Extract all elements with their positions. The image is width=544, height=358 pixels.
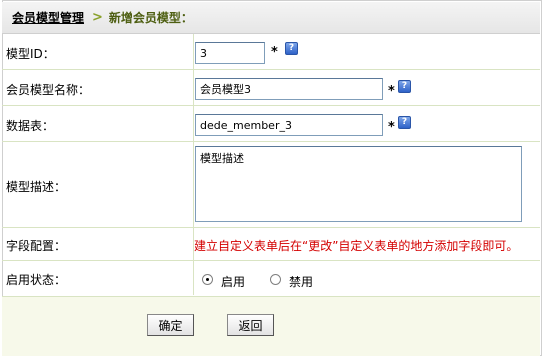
breadcrumb: 会员模型管理 > 新增会员模型： [2,2,540,34]
breadcrumb-link-member-model-manage[interactable]: 会员模型管理 [12,9,84,26]
description-label: 模型描述： [6,180,67,194]
model-name-label: 会员模型名称： [6,83,91,97]
help-icon[interactable]: ? [398,116,411,129]
data-table-input[interactable] [195,114,383,136]
page-title: 新增会员模型： [108,11,193,25]
form-row-field-config: 字段配置： 建立自定义表单后在“更改”自定义表单的地方添加字段即可。 [2,228,540,261]
status-enable-radio[interactable] [202,274,213,285]
confirm-button[interactable]: 确定 [147,314,194,336]
required-mark: * [271,45,278,60]
description-textarea[interactable]: 模型描述 [195,146,522,222]
help-icon[interactable]: ? [398,80,411,93]
status-label: 启用状态： [6,273,67,287]
status-disable-radio[interactable] [270,274,281,285]
data-table-label: 数据表： [6,119,55,133]
model-name-input[interactable] [195,78,383,100]
model-id-label: 模型ID： [6,47,55,61]
model-id-input[interactable] [195,42,265,64]
field-config-note: 建立自定义表单后在“更改”自定义表单的地方添加字段即可。 [194,239,519,253]
help-icon[interactable]: ? [285,42,298,55]
back-button[interactable]: 返回 [227,314,274,336]
breadcrumb-separator-icon: > [92,10,103,25]
required-mark: * [388,120,395,135]
field-config-label: 字段配置： [6,239,67,253]
required-mark: * [388,84,395,99]
status-disable-label: 禁用 [289,275,314,289]
status-enable-label: 启用 [221,275,246,289]
